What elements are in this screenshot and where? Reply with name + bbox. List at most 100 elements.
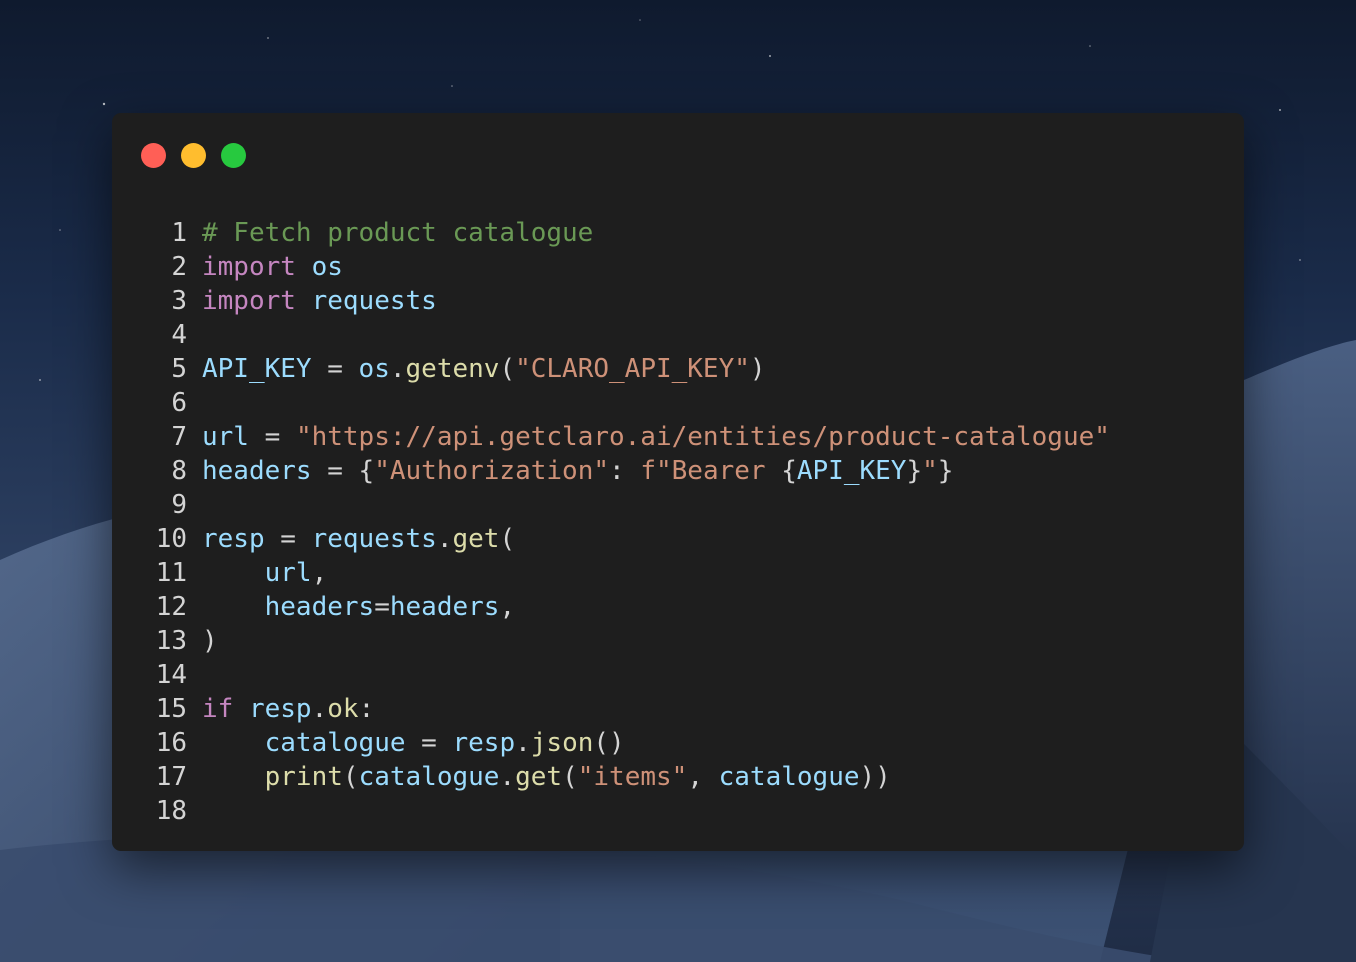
window-controls [141, 143, 246, 168]
code-token: # Fetch product catalogue [202, 218, 594, 248]
code-token: { [781, 456, 797, 486]
code-token: requests [311, 286, 437, 316]
code-text: resp = requests.get( [202, 522, 515, 556]
line-number: 3 [171, 286, 187, 316]
line-number: 7 [171, 422, 187, 452]
code-token: = [311, 354, 359, 384]
line-number: 5 [171, 354, 187, 384]
code-line: 2 import os [112, 250, 1244, 284]
code-token: resp [452, 728, 516, 758]
code-token: } [906, 456, 923, 486]
code-token: "items" [577, 762, 688, 792]
code-token: API_KEY [796, 456, 907, 486]
minimize-button[interactable] [181, 143, 206, 168]
line-number: 16 [155, 728, 187, 758]
code-line: 11 url, [112, 556, 1244, 590]
line-number: 12 [155, 592, 187, 622]
line-number: 4 [171, 320, 187, 350]
code-token: if [202, 694, 234, 724]
code-line: 7 url = "https://api.getclaro.ai/entities… [112, 420, 1244, 454]
code-token: catalogue [358, 762, 500, 792]
code-token: . [311, 694, 328, 724]
close-button[interactable] [141, 143, 166, 168]
code-text: catalogue = resp.json() [202, 726, 625, 760]
code-token: import [202, 252, 296, 282]
code-token: = [374, 592, 390, 622]
code-token: . [389, 354, 406, 384]
code-text: API_KEY = os.getenv("CLARO_API_KEY") [202, 352, 766, 386]
code-line: 15 if resp.ok: [112, 692, 1244, 726]
code-token: os [311, 252, 343, 282]
code-line: 3 import requests [112, 284, 1244, 318]
code-token: resp [202, 524, 265, 554]
code-line: 1 # Fetch product catalogue [112, 216, 1244, 250]
code-token: f"Bearer [640, 456, 782, 486]
code-text: headers = {"Authorization": f"Bearer {AP… [202, 454, 953, 488]
code-token: get [515, 762, 563, 792]
code-token: } [937, 456, 954, 486]
code-window: 1 # Fetch product catalogue 2 import os 3 imp… [112, 113, 1244, 851]
line-number: 10 [155, 524, 187, 554]
code-token: "Authorization" [374, 456, 610, 486]
code-token: "https://api.getclaro.ai/entities/produc… [295, 422, 1110, 452]
code-token: = [264, 524, 312, 554]
code-token: ( [499, 354, 516, 384]
code-token: . [515, 728, 531, 758]
code-token: get [452, 524, 500, 554]
code-token: ( [562, 762, 578, 792]
line-number: 18 [155, 796, 187, 826]
code-text: # Fetch product catalogue [202, 216, 593, 250]
code-text: print(catalogue.get("items", catalogue)) [202, 760, 891, 794]
code-token: ) [749, 354, 766, 384]
line-number: 14 [155, 660, 187, 690]
code-line: 18 [112, 794, 1244, 828]
code-text: ) [202, 624, 218, 658]
code-token: , [311, 558, 328, 588]
code-token: , [499, 592, 516, 622]
code-token: : [358, 694, 375, 724]
code-token: = { [311, 456, 375, 486]
code-line: 16 catalogue = resp.json() [112, 726, 1244, 760]
code-token: " [922, 456, 938, 486]
code-token: headers [264, 592, 375, 622]
code-token: import [202, 286, 296, 316]
code-token: resp [248, 694, 312, 724]
code-token: ok [327, 694, 359, 724]
code-token: url [264, 558, 312, 588]
code-line: 12 headers=headers, [112, 590, 1244, 624]
code-token: : [609, 456, 641, 486]
code-line: 14 [112, 658, 1244, 692]
code-text: url = "https://api.getclaro.ai/entities/… [202, 420, 1110, 454]
code-token: headers [202, 456, 312, 486]
line-number: 2 [171, 252, 187, 282]
code-token: . [499, 762, 516, 792]
code-token: "CLARO_API_KEY" [515, 354, 750, 384]
code-token: )) [859, 762, 891, 792]
code-text: import requests [202, 284, 437, 318]
code-line: 10 resp = requests.get( [112, 522, 1244, 556]
code-line: 13) [112, 624, 1244, 658]
code-token: catalogue [718, 762, 860, 792]
code-token: json [530, 728, 594, 758]
code-line: 6 [112, 386, 1244, 420]
code-token: () [593, 728, 625, 758]
line-number: 9 [171, 490, 187, 520]
line-number: 6 [171, 388, 187, 418]
line-number: 13 [155, 626, 187, 656]
code-token: os [358, 354, 390, 384]
code-token: = [405, 728, 453, 758]
code-token: ) [202, 626, 218, 656]
code-line: 17 print(catalogue.get("items", catalogu… [112, 760, 1244, 794]
zoom-button[interactable] [221, 143, 246, 168]
code-text: url, [202, 556, 328, 590]
code-token: ( [499, 524, 516, 554]
code-token: ( [342, 762, 359, 792]
code-line: 5 API_KEY = os.getenv("CLARO_API_KEY") [112, 352, 1244, 386]
code-text: headers=headers, [202, 590, 515, 624]
line-number: 17 [155, 762, 187, 792]
code-token: url [202, 422, 249, 452]
